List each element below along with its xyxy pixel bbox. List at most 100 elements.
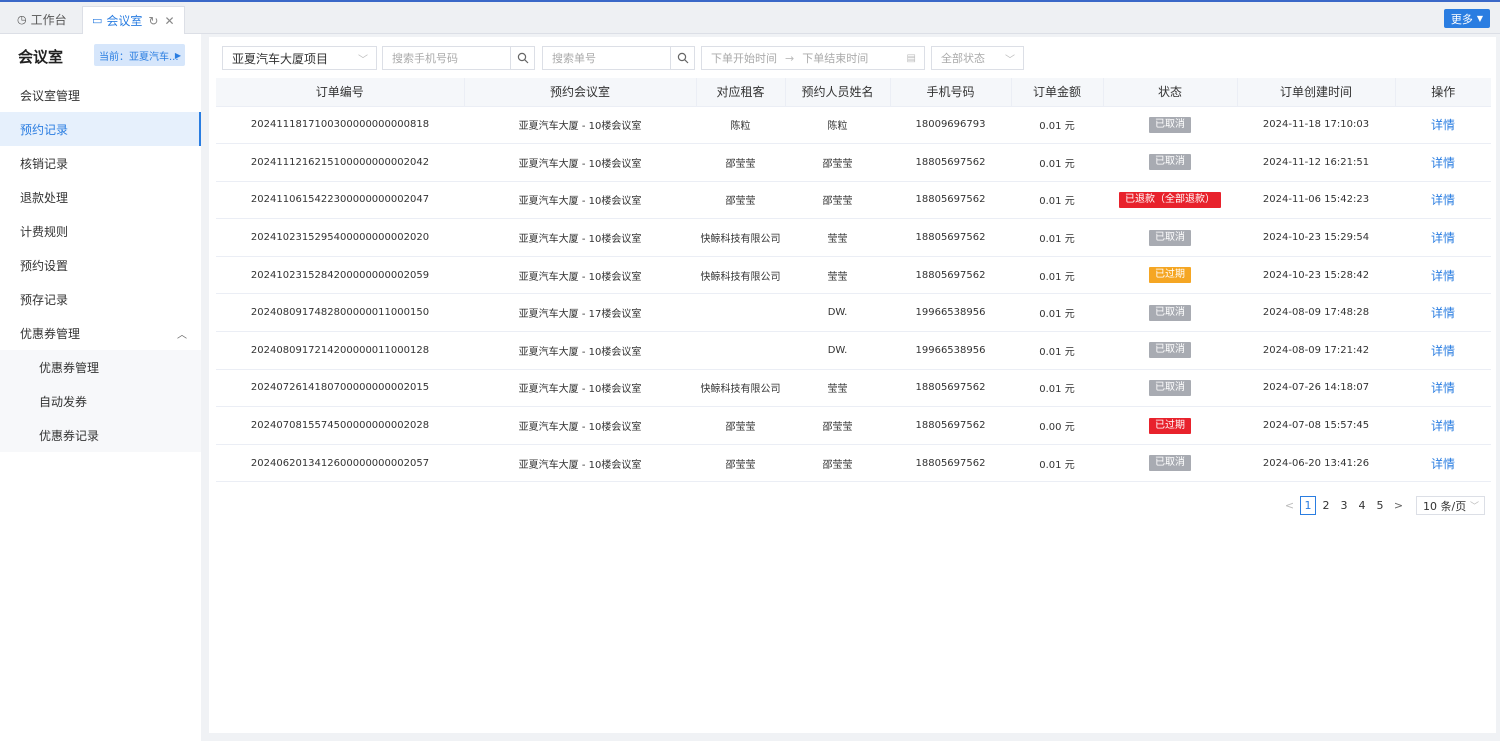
sidebar-subitem-coupon-management[interactable]: 优惠券管理 — [0, 350, 201, 384]
project-select[interactable]: 亚夏汽车大厦项目 ﹀ — [222, 46, 377, 70]
room-cell: 亚夏汽车大厦 - 10楼会议室 — [464, 331, 696, 370]
table-header-row: 订单编号 预约会议室 对应租客 预约人员姓名 手机号码 订单金额 状态 订单创建… — [216, 78, 1491, 107]
order-search-button[interactable] — [671, 46, 695, 70]
project-badge-label: 当前：亚夏汽车... — [99, 51, 179, 63]
status-cell: 已退款（全部退款） — [1103, 181, 1237, 220]
tab-meeting-room[interactable]: ▭ 会议室 ↻ ✕ — [82, 6, 185, 34]
page-button-1[interactable]: 1 — [1300, 496, 1316, 515]
details-link[interactable]: 详情 — [1431, 193, 1455, 207]
table-row: 2024080917482800000011000150 亚夏汽车大厦 - 17楼… — [216, 293, 1491, 333]
refresh-icon[interactable]: ↻ — [148, 14, 158, 28]
tenant-cell: 邵莹莹 — [696, 181, 785, 220]
order-cell: 2024102315295400000000002020 — [216, 218, 464, 257]
phone-cell: 18805697562 — [890, 256, 1011, 295]
details-link[interactable]: 详情 — [1431, 118, 1455, 132]
created-cell: 2024-06-20 13:41:26 — [1237, 444, 1395, 483]
tenant-cell — [696, 293, 785, 333]
status-cell: 已取消 — [1103, 218, 1237, 257]
amount-cell: 0.01 元 — [1011, 181, 1103, 220]
sidebar-subitem-label: 优惠券记录 — [39, 428, 100, 443]
column-header: 对应租客 — [696, 78, 786, 107]
sidebar-item-label: 核销记录 — [20, 156, 69, 171]
status-cell: 已取消 — [1103, 369, 1237, 408]
status-badge: 已取消 — [1149, 342, 1191, 359]
sidebar-item-label: 计费规则 — [20, 224, 69, 239]
sidebar-item-booking-records[interactable]: 预约记录 — [0, 112, 201, 146]
table-row: 2024111216215100000000002042 亚夏汽车大厦 - 10楼… — [216, 143, 1491, 182]
phone-search-input[interactable]: 搜索手机号码 — [382, 46, 511, 70]
column-header: 订单创建时间 — [1237, 78, 1396, 107]
sidebar-item-label: 优惠券管理 — [20, 326, 81, 341]
date-range-picker[interactable]: 下单开始时间 → 下单结束时间 ▤ — [701, 46, 925, 70]
action-cell: 详情 — [1395, 406, 1491, 445]
table-body: 2024111817100300000000000818 亚夏汽车大厦 - 10楼… — [216, 106, 1491, 483]
action-cell: 详情 — [1395, 331, 1491, 370]
close-icon[interactable]: ✕ — [164, 14, 174, 28]
phone-cell: 19966538956 — [890, 331, 1011, 370]
status-select[interactable]: 全部状态 ﹀ — [931, 46, 1024, 70]
page-button-5[interactable]: 5 — [1372, 496, 1388, 515]
sidebar-item-verification-records[interactable]: 核销记录 — [0, 146, 201, 180]
person-cell: 莹莹 — [785, 256, 890, 295]
amount-cell: 0.01 元 — [1011, 444, 1103, 483]
action-cell: 详情 — [1395, 444, 1491, 483]
page-button-3[interactable]: 3 — [1336, 496, 1352, 515]
sidebar-subitem-auto-issue[interactable]: 自动发券 — [0, 384, 201, 418]
prev-page-button[interactable]: < — [1282, 499, 1297, 512]
sidebar-item-billing-rules[interactable]: 计费规则 — [0, 214, 201, 248]
tab-label: 会议室 — [106, 14, 143, 28]
status-cell: 已取消 — [1103, 331, 1237, 370]
action-cell: 详情 — [1395, 293, 1491, 333]
sidebar-item-booking-settings[interactable]: 预约设置 — [0, 248, 201, 282]
tenant-cell: 邵莹莹 — [696, 143, 785, 182]
details-link[interactable]: 详情 — [1431, 419, 1455, 433]
action-cell: 详情 — [1395, 218, 1491, 257]
action-cell: 详情 — [1395, 369, 1491, 408]
tab-workbench[interactable]: ◷ 工作台 — [8, 6, 76, 33]
tenant-cell: 陈粒 — [696, 106, 785, 145]
sidebar-item-room-management[interactable]: 会议室管理 — [0, 78, 201, 112]
details-link[interactable]: 详情 — [1431, 457, 1455, 471]
table-row: 2024102315284200000000002059 亚夏汽车大厦 - 10楼… — [216, 256, 1491, 295]
sidebar-item-coupon-management[interactable]: 优惠券管理 ︿ — [0, 316, 201, 350]
status-cell: 已取消 — [1103, 293, 1237, 333]
column-header: 操作 — [1395, 78, 1491, 107]
phone-search-button[interactable] — [511, 46, 535, 70]
details-link[interactable]: 详情 — [1431, 156, 1455, 170]
details-link[interactable]: 详情 — [1431, 381, 1455, 395]
more-button[interactable]: 更多 ▼ — [1443, 9, 1490, 28]
column-header: 预约会议室 — [464, 78, 697, 107]
page-button-4[interactable]: 4 — [1354, 496, 1370, 515]
sidebar-item-label: 预存记录 — [20, 292, 69, 307]
person-cell: 邵莹莹 — [785, 181, 890, 220]
details-link[interactable]: 详情 — [1431, 231, 1455, 245]
created-cell: 2024-07-26 14:18:07 — [1237, 369, 1395, 408]
action-cell: 详情 — [1395, 106, 1491, 145]
page-button-2[interactable]: 2 — [1318, 496, 1334, 515]
next-page-button[interactable]: > — [1391, 499, 1406, 512]
table-row: 2024080917214200000011000128 亚夏汽车大厦 - 10楼… — [216, 331, 1491, 370]
details-link[interactable]: 详情 — [1431, 306, 1455, 320]
status-cell: 已取消 — [1103, 444, 1237, 483]
chevron-down-icon: ﹀ — [1469, 502, 1479, 512]
sidebar-item-refund-processing[interactable]: 退款处理 — [0, 180, 201, 214]
phone-cell: 18805697562 — [890, 143, 1011, 182]
arrow-right-icon: → — [785, 51, 795, 65]
project-switcher[interactable]: 当前：亚夏汽车... ▶ — [94, 44, 185, 66]
sidebar-subitem-coupon-records[interactable]: 优惠券记录 — [0, 418, 201, 452]
person-cell: 陈粒 — [785, 106, 890, 145]
tenant-cell: 快鲸科技有限公司 — [696, 256, 785, 295]
order-cell: 2024110615422300000000002047 — [216, 181, 464, 220]
details-link[interactable]: 详情 — [1431, 344, 1455, 358]
page-size-select[interactable]: 10 条/页 ﹀ — [1416, 496, 1485, 515]
phone-cell: 18805697562 — [890, 181, 1011, 220]
status-badge: 已退款（全部退款） — [1119, 191, 1221, 208]
order-search-input[interactable]: 搜索单号 — [542, 46, 671, 70]
amount-cell: 0.01 元 — [1011, 143, 1103, 182]
details-link[interactable]: 详情 — [1431, 269, 1455, 283]
sidebar-item-deposit-records[interactable]: 预存记录 — [0, 282, 201, 316]
chevron-up-icon: ︿ — [177, 329, 187, 341]
person-cell: 莹莹 — [785, 218, 890, 257]
chevron-down-icon: ▼ — [1476, 14, 1483, 23]
created-cell: 2024-10-23 15:29:54 — [1237, 218, 1395, 257]
